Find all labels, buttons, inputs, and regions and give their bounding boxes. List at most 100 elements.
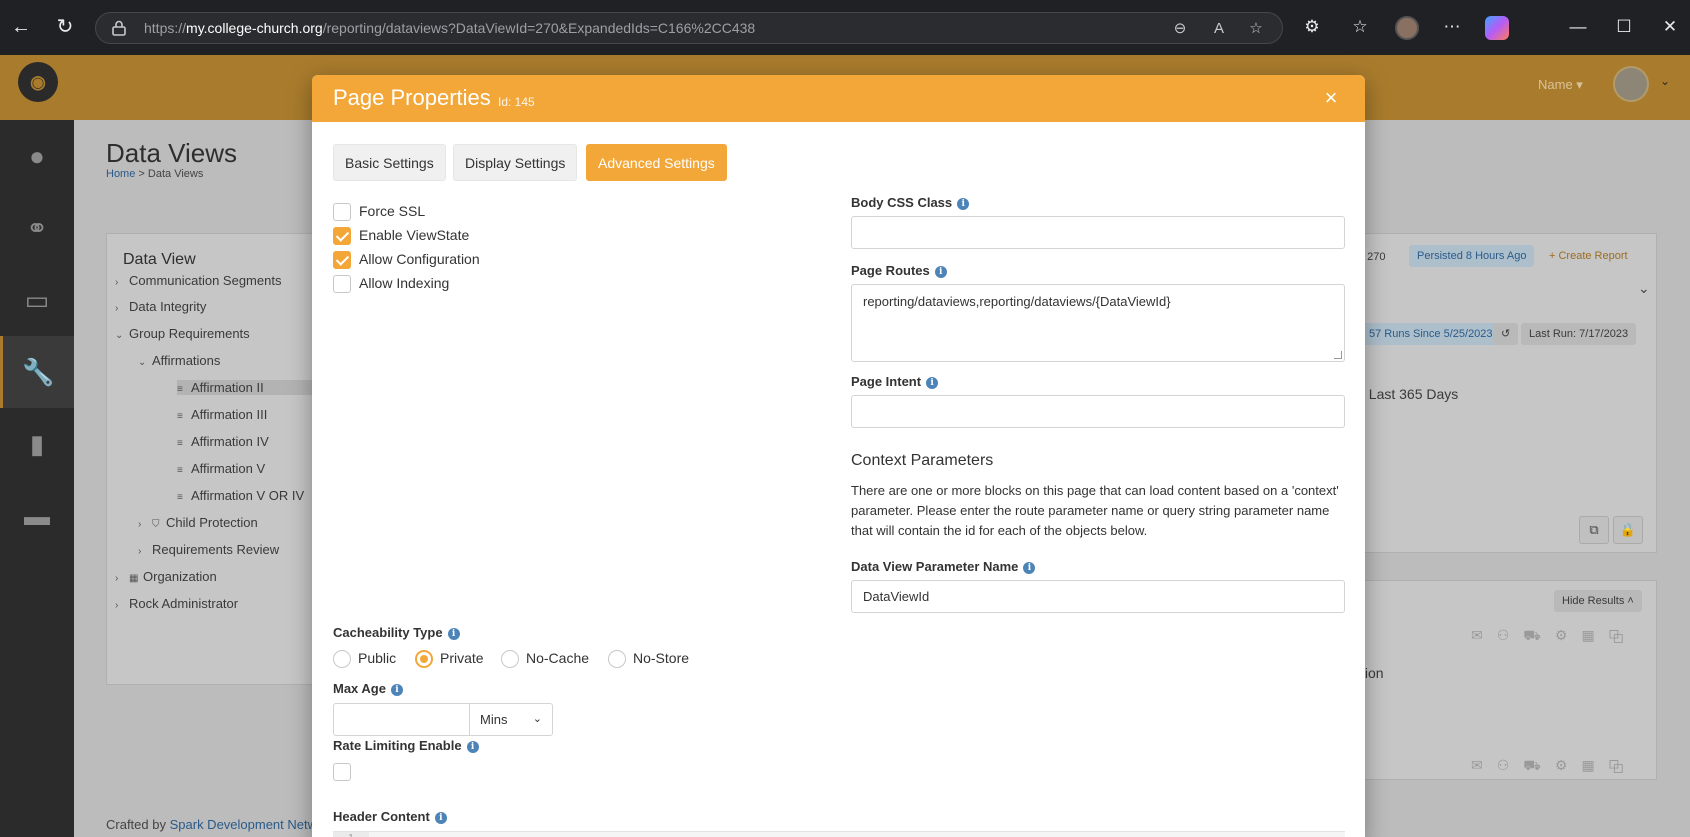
runs-badge: 57 Runs Since 5/25/2023 bbox=[1361, 323, 1501, 345]
user-menu[interactable]: Name ▾ bbox=[1538, 77, 1583, 93]
info-icon[interactable]: i bbox=[957, 198, 970, 210]
minimize-icon[interactable]: — bbox=[1563, 14, 1593, 40]
rate-limiting-label: Rate Limiting Enable i bbox=[333, 738, 479, 753]
tree-item[interactable]: ≡ Affirmation V bbox=[177, 461, 265, 476]
max-age-input[interactable] bbox=[333, 703, 470, 736]
extensions-icon[interactable]: ⚙ bbox=[1300, 15, 1324, 39]
side-nav: ● ⚭ ▭ 🔧 ▮ ▬ bbox=[0, 120, 74, 837]
address-bar[interactable]: https://my.college-church.org/reporting/… bbox=[95, 12, 1283, 44]
context-parameters-description: There are one or more blocks on this pag… bbox=[851, 483, 1339, 538]
tab-basic-settings[interactable]: Basic Settings bbox=[333, 144, 446, 181]
persisted-badge: Persisted 8 Hours Ago bbox=[1409, 245, 1535, 267]
zoom-out-icon[interactable]: ⊖ bbox=[1170, 19, 1190, 39]
grid-actions-icon[interactable]: ✉⚇⛟⚙▦⧉ bbox=[1471, 627, 1638, 646]
page-intent-input[interactable] bbox=[851, 395, 1345, 428]
favorite-star-icon[interactable]: ☆ bbox=[1246, 19, 1266, 39]
read-aloud-icon[interactable]: A bbox=[1209, 19, 1229, 39]
lock-icon[interactable]: 🔒 bbox=[1613, 516, 1643, 544]
modal-header: Page Properties Id: 145 × bbox=[312, 75, 1365, 122]
checkbox[interactable] bbox=[333, 275, 351, 293]
max-age-label: Max Age i bbox=[333, 681, 403, 696]
line-number: 1 bbox=[333, 832, 369, 837]
tree-item[interactable]: › Rock Administrator bbox=[115, 596, 238, 611]
radio[interactable] bbox=[415, 650, 433, 668]
favorites-icon[interactable]: ☆ bbox=[1348, 15, 1372, 39]
maximize-icon[interactable]: ☐ bbox=[1609, 14, 1639, 40]
rock-logo[interactable]: ◉ bbox=[18, 62, 58, 102]
tree-item[interactable]: ⌄ Group Requirements bbox=[115, 326, 250, 341]
max-age-unit-select[interactable]: Mins ⌄ bbox=[469, 703, 553, 736]
info-icon[interactable]: i bbox=[390, 684, 403, 696]
book-icon[interactable]: ▮ bbox=[0, 408, 74, 480]
copy-icon[interactable]: ⧉ bbox=[1579, 516, 1609, 544]
chevron-down-icon[interactable]: ⌄ bbox=[1638, 280, 1650, 297]
data-view-parameter-input[interactable]: DataViewId bbox=[851, 580, 1345, 613]
reset-icon[interactable]: ↺ bbox=[1493, 323, 1519, 345]
body-css-class-input[interactable] bbox=[851, 216, 1345, 249]
filter-summary: : Last 365 Days bbox=[1361, 386, 1459, 402]
data-view-tree-panel: Data View › Communication Segments › Data … bbox=[106, 233, 347, 685]
tab-advanced-settings[interactable]: Advanced Settings bbox=[586, 144, 727, 181]
tree-item[interactable]: › Requirements Review bbox=[138, 542, 279, 557]
chevron-down-icon[interactable]: ⌄ bbox=[1660, 74, 1670, 88]
close-icon[interactable]: × bbox=[1317, 84, 1345, 112]
modal-id-label: Id: 145 bbox=[498, 95, 535, 109]
info-icon[interactable]: i bbox=[934, 266, 947, 278]
back-icon[interactable]: ← bbox=[8, 14, 34, 40]
briefcase-icon[interactable]: ▬ bbox=[0, 480, 74, 552]
last-run-badge: Last Run: 7/17/2023 bbox=[1521, 323, 1637, 345]
info-icon[interactable]: i bbox=[447, 628, 460, 640]
page-title: Data Views bbox=[106, 138, 238, 168]
tree-item[interactable]: › Data Integrity bbox=[115, 299, 206, 314]
info-icon[interactable]: i bbox=[434, 812, 447, 824]
checkbox[interactable] bbox=[333, 203, 351, 221]
data-view-parameter-label: Data View Parameter Name i bbox=[851, 559, 1036, 574]
page-intent-label: Page Intent i bbox=[851, 374, 939, 389]
profile-avatar[interactable] bbox=[1395, 16, 1419, 40]
url-text: https://my.college-church.org/reporting/… bbox=[144, 20, 756, 36]
data-view-detail-panel: : 270 Persisted 8 Hours Ago + Create Rep… bbox=[1360, 233, 1657, 553]
radio[interactable] bbox=[608, 650, 626, 668]
resize-handle[interactable] bbox=[1334, 351, 1342, 359]
tab-display-settings[interactable]: Display Settings bbox=[453, 144, 578, 181]
tree-item[interactable]: ≡ Affirmation IV bbox=[177, 434, 269, 449]
person-icon[interactable]: ● bbox=[0, 120, 74, 192]
wrench-icon[interactable]: 🔧 bbox=[0, 336, 74, 408]
footer: Crafted by Spark Development Netwo bbox=[106, 817, 325, 832]
tree-item[interactable]: ≡ Affirmation V OR IV bbox=[177, 488, 304, 503]
info-icon[interactable]: i bbox=[1023, 562, 1036, 574]
info-icon[interactable]: i bbox=[466, 741, 479, 753]
tree-item[interactable]: › ⛉ Child Protection bbox=[138, 515, 258, 530]
checkbox[interactable] bbox=[333, 251, 351, 269]
checkbox[interactable] bbox=[333, 763, 351, 781]
tree-item[interactable]: › ▦ Organization bbox=[115, 569, 217, 584]
breadcrumb-home[interactable]: Home bbox=[106, 168, 135, 180]
page-properties-modal: Page Properties Id: 145 × Basic Settings… bbox=[312, 75, 1365, 837]
cacheability-type-label: Cacheability Type i bbox=[333, 625, 460, 640]
grid-actions-icon[interactable]: ✉⚇⛟⚙▦⧉ bbox=[1471, 757, 1638, 776]
header-content-editor[interactable]: 1 bbox=[333, 831, 1345, 837]
radio[interactable] bbox=[501, 650, 519, 668]
hide-results-button[interactable]: Hide Results ˄ bbox=[1554, 590, 1642, 612]
refresh-icon[interactable]: ↻ bbox=[52, 14, 78, 40]
page-routes-textarea[interactable]: reporting/dataviews,reporting/dataviews/… bbox=[851, 284, 1345, 362]
tree-item[interactable]: › Communication Segments bbox=[115, 273, 281, 288]
breadcrumb-current: Data Views bbox=[147, 168, 204, 180]
tree-item[interactable]: ⌄ Affirmations bbox=[138, 353, 220, 368]
tree-item[interactable]: ≡ Affirmation III bbox=[177, 407, 267, 422]
browser-chrome: ← ↻ https://my.college-church.org/report… bbox=[0, 0, 1690, 55]
groups-icon[interactable]: ⚭ bbox=[0, 192, 74, 264]
more-icon[interactable]: ⋯ bbox=[1440, 15, 1464, 39]
finance-icon[interactable]: ▭ bbox=[0, 264, 74, 336]
info-icon[interactable]: i bbox=[926, 377, 939, 389]
create-report-button[interactable]: + Create Report bbox=[1541, 245, 1636, 267]
modal-title: Page Properties bbox=[333, 85, 491, 110]
page-routes-label: Page Routes i bbox=[851, 263, 947, 278]
user-avatar[interactable] bbox=[1613, 66, 1649, 102]
checkbox[interactable] bbox=[333, 227, 351, 245]
results-panel: Hide Results ˄ ✉⚇⛟⚙▦⧉ tion ✉⚇⛟⚙▦⧉ bbox=[1360, 580, 1657, 780]
close-window-icon[interactable]: ✕ bbox=[1655, 14, 1685, 40]
radio[interactable] bbox=[333, 650, 351, 668]
footer-link[interactable]: Spark Development Netwo bbox=[170, 817, 325, 832]
copilot-icon[interactable] bbox=[1485, 16, 1509, 40]
